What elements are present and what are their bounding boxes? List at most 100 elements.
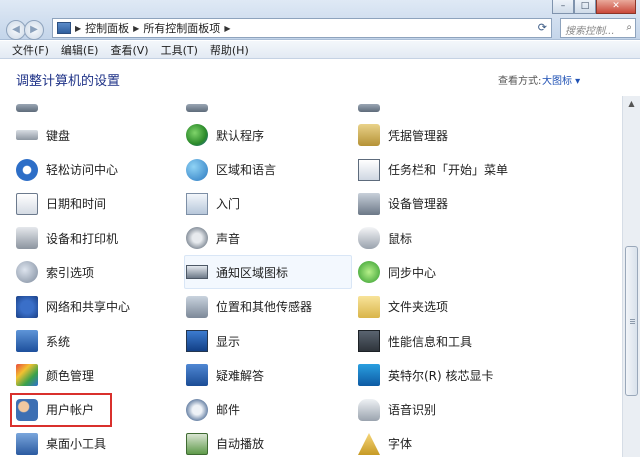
notification-icon	[186, 265, 208, 280]
control-panel-item[interactable]: 字体	[358, 429, 412, 457]
menu-tools[interactable]: 工具(T)	[155, 42, 204, 58]
partial-icon	[16, 104, 38, 112]
items-row: 用户帐户 邮件 语音识别	[0, 392, 622, 429]
control-panel-item[interactable]: 疑难解答	[186, 360, 264, 390]
device-manager-icon	[358, 192, 380, 215]
item-label: 通知区域图标	[216, 265, 289, 280]
sensor-icon	[186, 295, 208, 318]
item-label: 位置和其他传感器	[216, 300, 313, 315]
item-label: 颜色管理	[46, 368, 95, 383]
item-label: 日期和时间	[46, 197, 107, 212]
control-panel-item[interactable]: 同步中心	[358, 257, 436, 287]
vertical-scrollbar[interactable]: ▲	[622, 96, 640, 457]
scrollbar-thumb[interactable]	[625, 246, 638, 396]
item-label: 性能信息和工具	[388, 334, 473, 349]
items-row: 日期和时间 入门 设备管理器	[0, 189, 622, 223]
breadcrumb-control-panel[interactable]: 控制面板	[81, 20, 133, 36]
control-panel-item[interactable]	[16, 96, 46, 116]
control-panel-item[interactable]: 位置和其他传感器	[186, 292, 312, 322]
breadcrumb-all-items[interactable]: 所有控制面板项	[139, 20, 224, 36]
control-panel-item[interactable]: 桌面小工具	[16, 429, 106, 457]
maximize-button[interactable]: □	[574, 0, 596, 14]
close-button[interactable]: ✕	[596, 0, 636, 14]
items-grid: 键盘 默认程序 凭据管理器 轻松访问中心 区域和语言 任务栏和「开始」菜单 日期和时间 入门设…	[0, 96, 622, 457]
control-panel-item[interactable]: 网络和共享中心	[16, 292, 130, 322]
troubleshooting-icon	[186, 364, 208, 387]
control-panel-item[interactable]: 轻松访问中心	[16, 155, 118, 185]
control-panel-item[interactable]: 英特尔(R) 核芯显卡	[358, 360, 494, 390]
printer-icon	[16, 227, 38, 250]
item-label: 字体	[388, 437, 413, 452]
window-controls: – □ ✕	[552, 0, 636, 14]
item-label: 疑难解答	[216, 368, 265, 383]
item-label: 凭据管理器	[388, 128, 449, 143]
default-programs-icon	[186, 124, 208, 147]
control-panel-item[interactable]: 索引选项	[16, 257, 94, 287]
item-label: 网络和共享中心	[46, 300, 131, 315]
control-panel-item[interactable]: 文件夹选项	[358, 292, 448, 322]
search-input[interactable]: 搜索控制... ⌕	[560, 18, 636, 38]
page-title: 调整计算机的设置	[16, 74, 121, 89]
control-panel-item[interactable]: 入门	[186, 189, 240, 219]
control-panel-item[interactable]: 鼠标	[358, 223, 412, 253]
control-panel-item[interactable]: 日期和时间	[16, 189, 106, 219]
control-panel-item[interactable]: 设备管理器	[358, 189, 448, 219]
control-panel-item[interactable]: 凭据管理器	[358, 120, 448, 150]
back-button[interactable]: ◀	[6, 20, 26, 40]
control-panel-item[interactable]: 用户帐户	[16, 395, 94, 425]
items-row	[0, 96, 622, 120]
item-label: 语音识别	[388, 403, 437, 418]
menu-help[interactable]: 帮助(H)	[204, 42, 255, 58]
title-bar: – □ ✕ ◀ ▶ ▶ 控制面板 ▶ 所有控制面板项 ▶ ⟳ 搜索控制... ⌕	[0, 0, 640, 40]
item-label: 用户帐户	[46, 403, 95, 418]
sync-center-icon	[358, 261, 380, 284]
control-panel-item[interactable]: 系统	[16, 326, 70, 356]
taskbar-icon	[358, 158, 380, 181]
display-icon	[186, 330, 208, 353]
items-row: 系统 显示 性能信息和工具	[0, 326, 622, 360]
intel-graphics-icon	[358, 364, 380, 387]
partial-icon	[358, 104, 380, 112]
item-label: 设备和打印机	[46, 231, 119, 246]
view-by-label: 查看方式:	[498, 76, 542, 87]
view-mode-dropdown[interactable]: 大图标 ▾	[542, 72, 580, 87]
control-panel-item[interactable]: 语音识别	[358, 395, 436, 425]
color-management-icon	[16, 364, 38, 387]
control-panel-item[interactable]: 自动播放	[186, 429, 264, 457]
network-icon	[16, 295, 38, 318]
performance-icon	[358, 330, 380, 353]
search-icon[interactable]: ⌕	[626, 22, 632, 33]
item-label: 自动播放	[216, 437, 265, 452]
control-panel-item[interactable]: 任务栏和「开始」菜单	[358, 155, 508, 185]
address-bar[interactable]: ▶ 控制面板 ▶ 所有控制面板项 ▶ ⟳	[52, 18, 552, 38]
control-panel-icon	[57, 22, 71, 34]
control-panel-item[interactable]: 默认程序	[186, 120, 264, 150]
control-panel-item[interactable]: 声音	[186, 223, 240, 253]
control-panel-item[interactable]	[186, 96, 216, 116]
control-panel-item[interactable]: 邮件	[186, 395, 240, 425]
item-label: 轻松访问中心	[46, 163, 119, 178]
menu-view[interactable]: 查看(V)	[104, 42, 154, 58]
getting-started-icon	[186, 192, 208, 215]
control-panel-item[interactable]: 设备和打印机	[16, 223, 118, 253]
control-panel-item[interactable]: 区域和语言	[186, 155, 276, 185]
content-header: 调整计算机的设置 查看方式: 大图标 ▾	[0, 60, 640, 96]
item-label: 文件夹选项	[388, 300, 449, 315]
items-row: 桌面小工具 自动播放 字体	[0, 429, 622, 457]
control-panel-item[interactable]: 通知区域图标	[186, 257, 288, 287]
scroll-up-icon[interactable]: ▲	[623, 96, 640, 112]
control-panel-item[interactable]: 键盘	[16, 120, 70, 150]
item-label: 桌面小工具	[46, 437, 107, 452]
menu-file[interactable]: 文件(F)	[6, 42, 55, 58]
minimize-button[interactable]: –	[552, 0, 574, 14]
gadgets-icon	[16, 432, 38, 455]
control-panel-item[interactable]: 显示	[186, 326, 240, 356]
menu-edit[interactable]: 编辑(E)	[55, 42, 105, 58]
date-time-icon	[16, 192, 38, 215]
refresh-icon[interactable]: ⟳	[538, 21, 547, 34]
control-panel-item[interactable]: 性能信息和工具	[358, 326, 472, 356]
control-panel-item[interactable]	[358, 96, 388, 116]
forward-button[interactable]: ▶	[24, 20, 44, 40]
control-panel-item[interactable]: 颜色管理	[16, 360, 94, 390]
chevron-right-icon[interactable]: ▶	[224, 24, 230, 33]
